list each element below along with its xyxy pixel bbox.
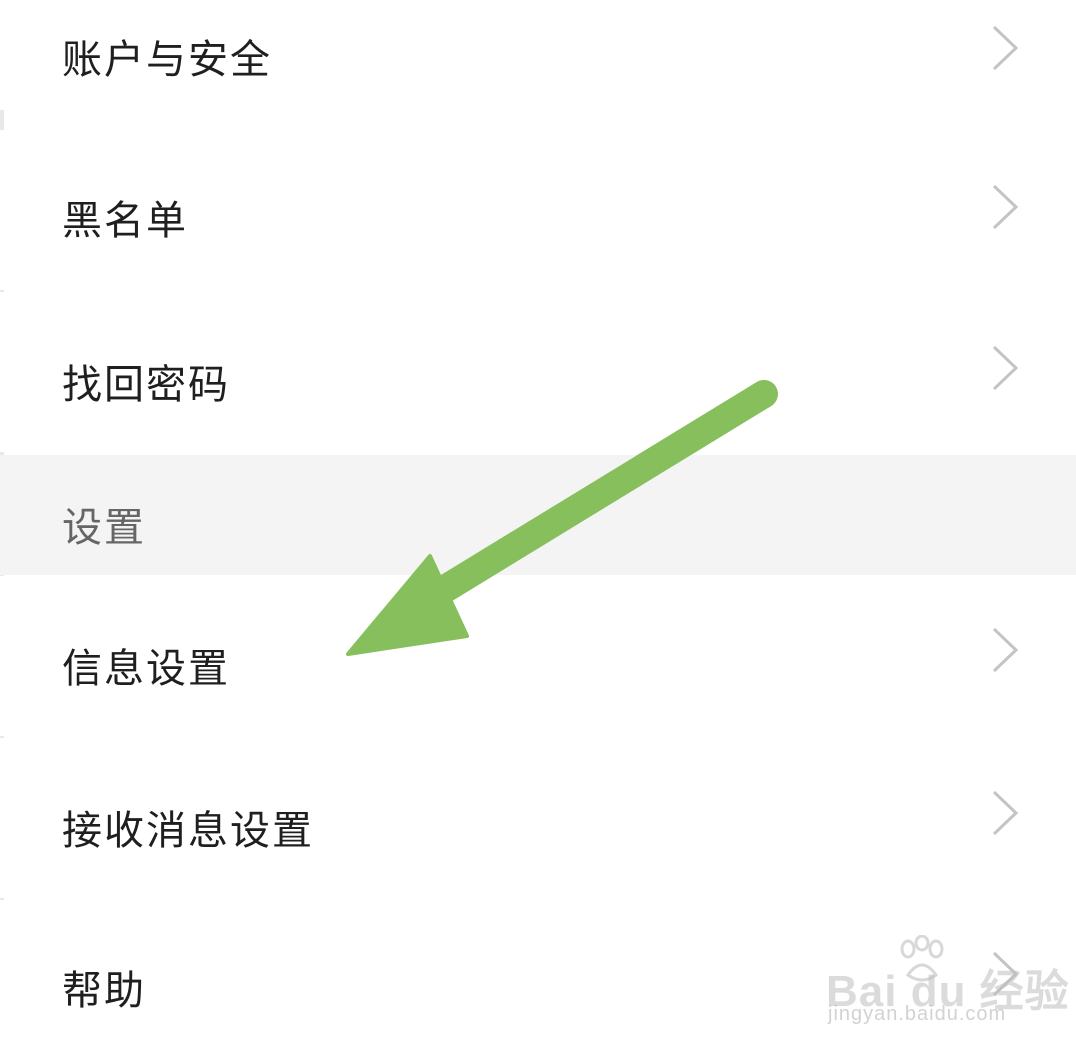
chevron-right-icon [992, 25, 1019, 71]
menu-item-label: 找回密码 [62, 362, 230, 408]
menu-item-recover-password[interactable]: 找回密码 [0, 292, 1076, 452]
chevron-right-icon [992, 951, 1019, 997]
menu-item-label: 账户与安全 [62, 37, 272, 83]
menu-item-help[interactable]: 帮助 [0, 900, 1076, 1052]
chevron-right-icon [992, 627, 1019, 673]
menu-item-label: 帮助 [62, 968, 146, 1014]
menu-item-receive-message-settings[interactable]: 接收消息设置 [0, 738, 1076, 898]
chevron-right-icon [992, 184, 1019, 230]
section-header-settings: 设置 [0, 455, 1076, 575]
menu-item-message-settings[interactable]: 信息设置 [0, 576, 1076, 736]
settings-screen: 账户与安全 黑名单 找回密码 设置 信息设置 接收消息设置 帮助 Bai du … [0, 0, 1076, 1052]
menu-item-blacklist[interactable]: 黑名单 [0, 130, 1076, 290]
chevron-right-icon [992, 345, 1019, 391]
chevron-right-icon [992, 790, 1019, 836]
menu-item-label: 信息设置 [62, 646, 230, 692]
menu-item-account-security[interactable]: 账户与安全 [0, 0, 1076, 110]
menu-item-label: 黑名单 [62, 198, 188, 244]
menu-item-label: 接收消息设置 [62, 808, 314, 854]
section-header-label: 设置 [62, 505, 146, 551]
